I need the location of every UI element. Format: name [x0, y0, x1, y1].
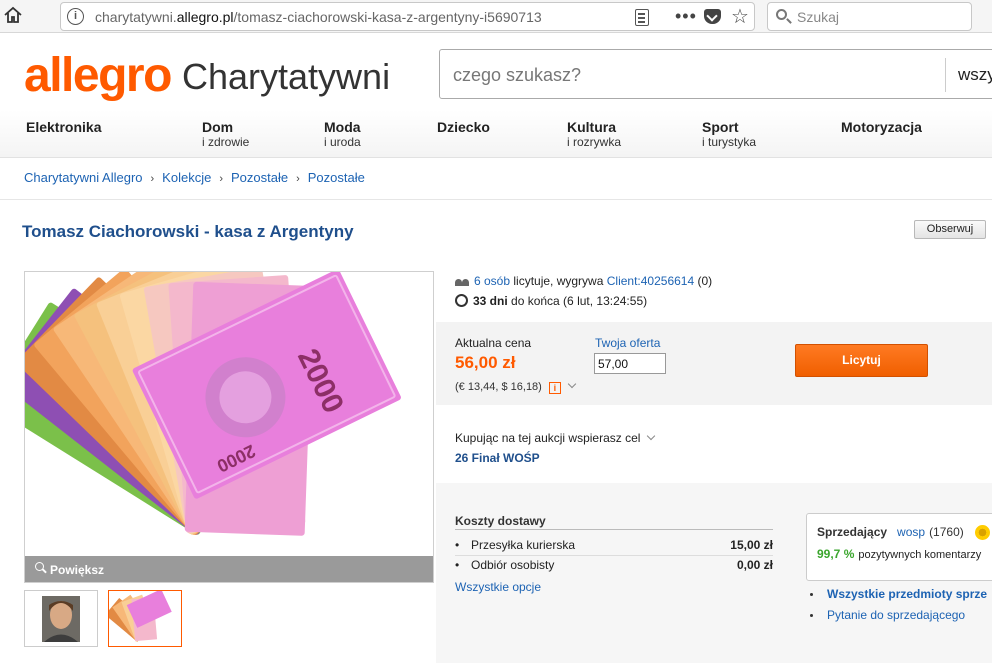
breadcrumb-link[interactable]: Kolekcje	[162, 170, 211, 185]
charity-goal: 26 Finał WOŚP	[455, 451, 540, 465]
current-price: 56,00 zł	[455, 353, 516, 372]
url-text[interactable]: charytatywni.allegro.pl/tomasz-ciachorow…	[95, 9, 542, 25]
chevron-down-icon[interactable]	[567, 379, 577, 389]
nav-item-motoryzacja[interactable]: Motoryzacja	[841, 120, 922, 135]
charity-panel: Kupując na tej aukcji wspierasz cel 26 F…	[436, 405, 992, 483]
allegro-logo[interactable]: allegro	[24, 50, 172, 102]
search-icon	[776, 9, 787, 20]
divider	[0, 199, 992, 200]
thumbnail-portrait[interactable]	[24, 590, 98, 647]
nav-item-dom[interactable]: Dom i zdrowie	[202, 120, 249, 150]
winner-link[interactable]: Client:40256614	[607, 274, 694, 288]
site-search-input[interactable]: czego szukasz? wszy	[439, 49, 992, 99]
nav-item-sport[interactable]: Sport i turystyka	[702, 120, 756, 150]
bid-button[interactable]: Licytuj	[795, 344, 928, 377]
pocket-icon[interactable]	[704, 9, 721, 24]
site-info-icon[interactable]: i	[67, 8, 84, 25]
bullet	[810, 614, 813, 617]
portrait-photo	[25, 591, 97, 646]
product-image[interactable]: 2000 2000 Powiększ	[24, 271, 434, 583]
search-divider	[945, 58, 946, 92]
offer-label: Twoja oferta	[595, 336, 661, 350]
category-nav: Elektronika Dom i zdrowie Moda i uroda Dzi…	[0, 110, 992, 158]
breadcrumb: Charytatywni Allegro › Kolekcje › Pozostałe ›…	[24, 170, 365, 185]
watch-button[interactable]: Obserwuj	[914, 220, 986, 239]
breadcrumb-link[interactable]: Charytatywni Allegro	[24, 170, 143, 185]
home-icon[interactable]	[3, 5, 23, 25]
search-category-select[interactable]: wszy	[958, 65, 992, 85]
people-icon	[455, 276, 470, 286]
nav-item-elektronika[interactable]: Elektronika	[26, 120, 101, 135]
price-label: Aktualna cena	[455, 336, 532, 350]
banknotes-thumb	[109, 591, 172, 642]
info-icon[interactable]: i	[548, 382, 561, 394]
divider	[455, 529, 773, 530]
page-title: Tomasz Ciachorowski - kasa z Argentyny	[22, 222, 354, 241]
bullet	[810, 593, 813, 596]
page-actions-icon[interactable]: •••	[675, 6, 697, 27]
seller-link[interactable]: wosp	[897, 525, 925, 539]
super-seller-icon	[975, 525, 990, 540]
divider	[455, 555, 773, 556]
breadcrumb-link[interactable]: Pozostałe	[308, 170, 365, 185]
reader-view-icon[interactable]	[635, 9, 649, 26]
ask-seller-link[interactable]: Pytanie do sprzedającego	[810, 608, 965, 622]
nav-item-moda[interactable]: Moda i uroda	[324, 120, 361, 150]
chevron-down-icon[interactable]	[647, 431, 656, 441]
browser-toolbar: i charytatywni.allegro.pl/tomasz-ciachor…	[0, 0, 992, 33]
nav-item-dziecko[interactable]: Dziecko	[437, 120, 490, 135]
logo-subtitle[interactable]: Charytatywni	[182, 56, 390, 98]
seller-all-items-link[interactable]: Wszystkie przedmioty sprze	[810, 587, 987, 601]
clock-icon	[455, 294, 468, 307]
shipping-title: Koszty dostawy	[455, 514, 546, 528]
all-shipping-options-link[interactable]: Wszystkie opcje	[455, 580, 541, 594]
bidders-info: 6 osób licytuje, wygrywa Client:40256614…	[455, 274, 712, 288]
time-left: 33 dni do końca (6 lut, 13:24:55)	[455, 294, 647, 308]
seller-positive: 99,7 % pozytywnych komentarzy	[817, 547, 982, 561]
nav-item-kultura[interactable]: Kultura i rozrywka	[567, 120, 621, 150]
thumbnail-banknotes[interactable]	[108, 590, 182, 647]
bookmark-star-icon[interactable]: ☆	[731, 4, 749, 29]
bidders-link[interactable]: 6 osób	[474, 274, 510, 288]
breadcrumb-link[interactable]: Pozostałe	[231, 170, 288, 185]
browser-search-input[interactable]: Szukaj	[767, 2, 972, 31]
zoom-button[interactable]: Powiększ	[25, 556, 433, 582]
seller-header: Sprzedający wosp (1760)	[817, 525, 964, 539]
price-conversion: (€ 13,44, $ 16,18) i	[455, 379, 577, 394]
price-panel: Aktualna cena 56,00 zł (€ 13,44, $ 16,18…	[436, 322, 992, 405]
seller-box: Sprzedający wosp (1760) 99,7 % pozytywnych …	[806, 513, 992, 581]
banknotes-photo: 2000 2000	[25, 272, 401, 536]
charity-text[interactable]: Kupując na tej aukcji wspierasz cel	[455, 431, 656, 445]
magnifier-icon	[35, 562, 44, 571]
address-bar[interactable]: i charytatywni.allegro.pl/tomasz-ciachor…	[60, 2, 755, 31]
offer-input[interactable]: 57,00	[594, 353, 666, 374]
